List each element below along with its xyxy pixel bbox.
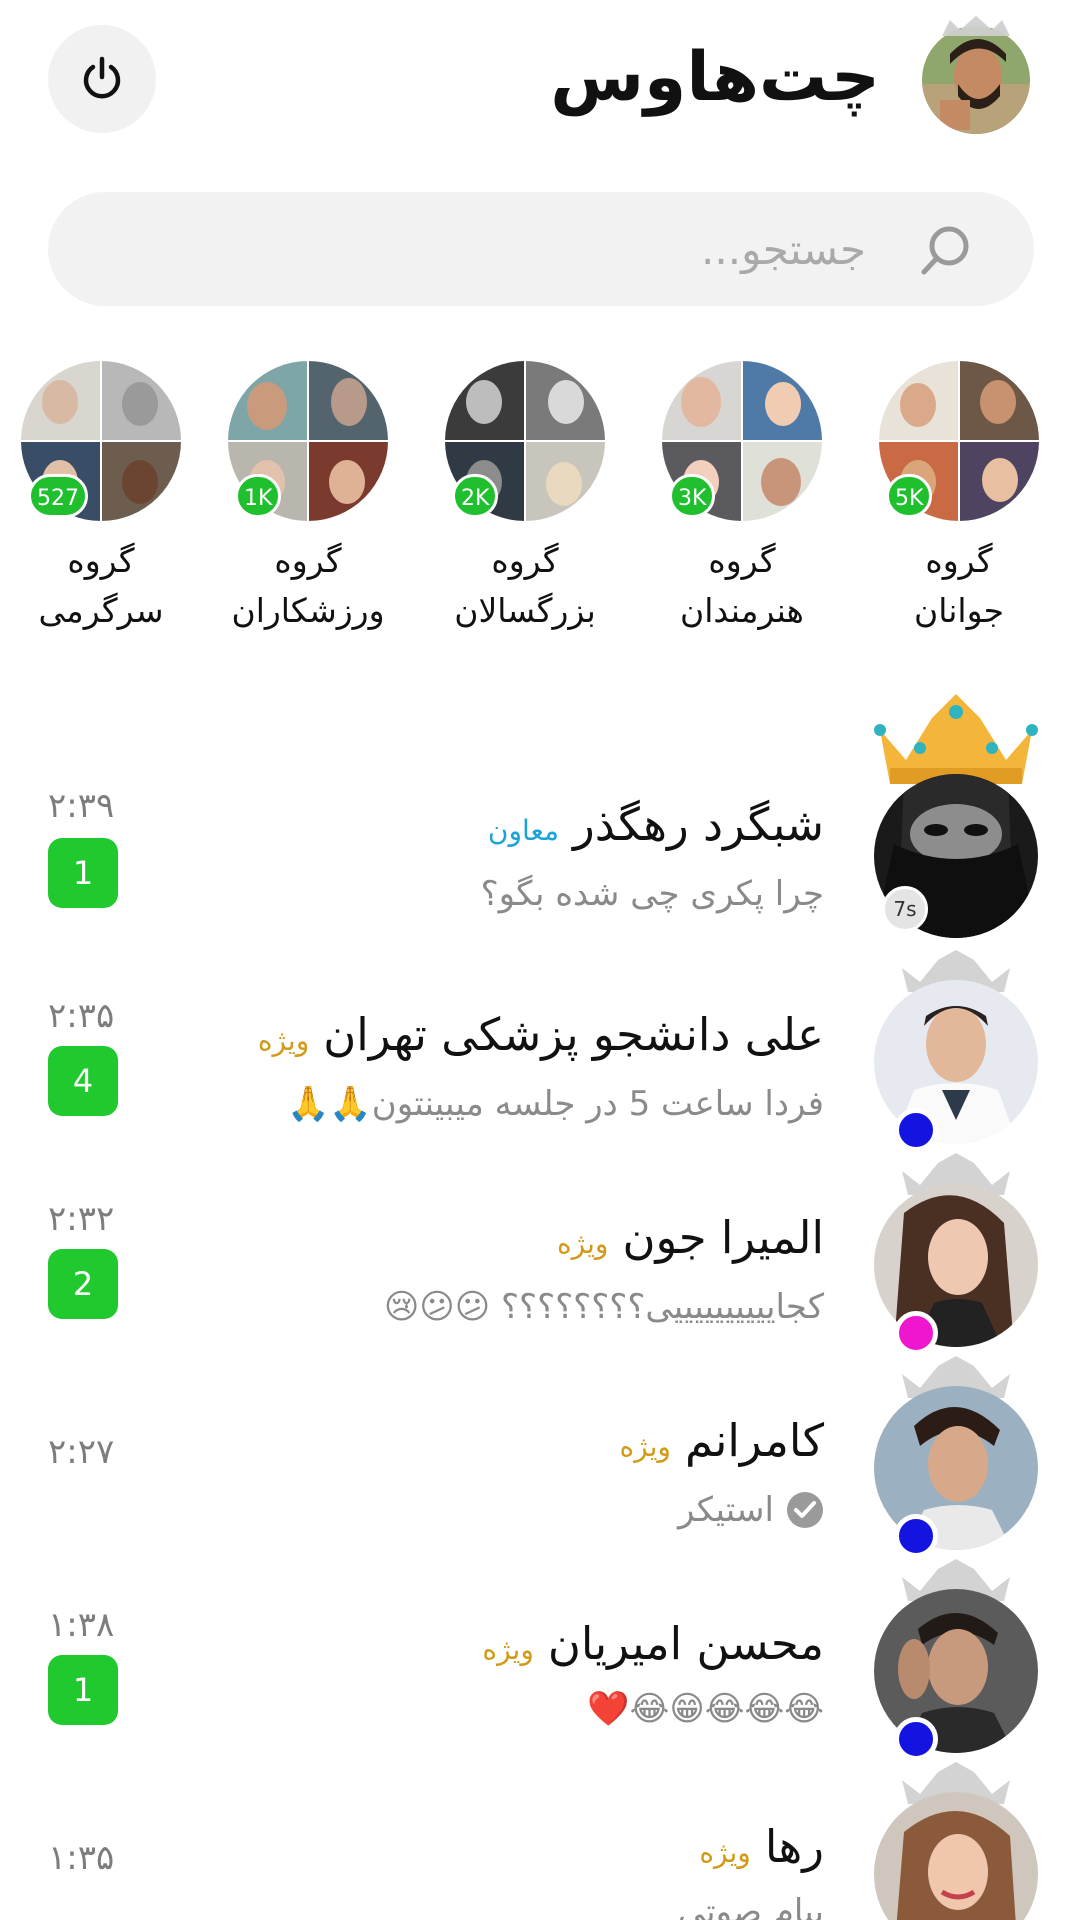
- chat-row[interactable]: علی دانشجو پزشکی تهران ویژه فردا ساعت 5 …: [0, 950, 1080, 1154]
- chat-row[interactable]: 7s شبگرد رهگذر معاون چرا پکری چی شده بگو…: [0, 690, 1080, 938]
- group-youth[interactable]: 5K گروه جوانان: [854, 360, 1064, 636]
- unread-badge: 1: [48, 838, 118, 908]
- vip-tag: ویژه: [557, 1227, 609, 1260]
- groups-carousel: 5K گروه جوانان 3K گروه هنرمندان 2K گروه …: [0, 360, 1080, 650]
- contact-name: شبگرد رهگذر: [573, 798, 824, 851]
- message-time: ۲:۲۷: [48, 1432, 115, 1472]
- contact-name: علی دانشجو پزشکی تهران: [323, 1008, 824, 1061]
- group-athletes[interactable]: 1K گروه ورزشکاران: [203, 360, 413, 636]
- chat-title: رها ویژه: [699, 1820, 824, 1873]
- member-count-badge: 527: [28, 474, 88, 518]
- search-icon[interactable]: [916, 220, 976, 280]
- role-tag: معاون: [487, 814, 560, 847]
- message-time: ۱:۳۸: [48, 1605, 115, 1645]
- online-status-dot: [894, 1514, 938, 1558]
- chat-title: محسن امیریان ویژه: [482, 1617, 824, 1670]
- app-title: چت‌هاوس: [550, 38, 881, 117]
- chat-row[interactable]: محسن امیریان ویژه 😂😂😂😁😂❤️ ۱:۳۸ 1: [0, 1559, 1080, 1763]
- check-icon: [787, 1492, 823, 1528]
- unread-badge: 2: [48, 1249, 118, 1319]
- vip-tag: ویژه: [619, 1430, 671, 1463]
- group-label: گروه ورزشکاران: [231, 541, 385, 630]
- contact-name: المیرا جون: [622, 1211, 824, 1264]
- group-artists[interactable]: 3K گروه هنرمندان: [637, 360, 847, 636]
- power-icon: [83, 56, 121, 99]
- chat-avatar[interactable]: [874, 1792, 1038, 1920]
- online-status-dot: [894, 1311, 938, 1355]
- message-time: ۲:۳۵: [48, 996, 115, 1036]
- chat-title: المیرا جون ویژه: [557, 1211, 824, 1264]
- message-time: ۲:۳۹: [48, 786, 115, 826]
- group-entertainment[interactable]: 527 گروه سرگرمی: [6, 360, 196, 636]
- user-avatar: [922, 16, 1030, 134]
- unread-badge: 1: [48, 1655, 118, 1725]
- chat-title: شبگرد رهگذر معاون: [488, 798, 824, 851]
- group-adults[interactable]: 2K گروه بزرگسالان: [420, 360, 630, 636]
- online-status-dot: [894, 1717, 938, 1761]
- member-count-badge: 3K: [669, 474, 716, 518]
- last-message: استیکر: [678, 1490, 824, 1530]
- last-message: کجاییییییییییی؟؟؟؟؟؟؟؟ 😕😕😢: [383, 1287, 824, 1327]
- online-status-dot: [894, 1108, 938, 1152]
- group-label: گروه جوانان: [913, 541, 1005, 630]
- last-message: 😂😂😂😁😂❤️: [587, 1689, 824, 1729]
- group-avatar: 2K: [444, 360, 606, 522]
- group-avatar: 5K: [878, 360, 1040, 522]
- contact-name: رها: [764, 1820, 824, 1873]
- timer-badge: 7s: [882, 886, 928, 932]
- profile-avatar[interactable]: [920, 14, 1032, 134]
- group-avatar: 3K: [661, 360, 823, 522]
- group-label: گروه سرگرمی: [38, 541, 164, 630]
- chat-row[interactable]: رها ویژه پیام صوتی ۱:۳۵: [0, 1762, 1080, 1920]
- group-avatar: 527: [20, 360, 182, 522]
- search-bar[interactable]: [48, 192, 1034, 306]
- group-label: گروه هنرمندان: [680, 541, 804, 630]
- vip-tag: ویژه: [482, 1633, 534, 1666]
- last-message: چرا پکری چی شده بگو؟: [480, 874, 824, 914]
- group-avatar: 1K: [227, 360, 389, 522]
- app-header: چت‌هاوس: [0, 0, 1080, 170]
- contact-name: کامرانم: [684, 1414, 824, 1467]
- chat-row[interactable]: کامرانم ویژه استیکر ۲:۲۷: [0, 1356, 1080, 1560]
- vip-tag: ویژه: [257, 1024, 310, 1057]
- power-button[interactable]: [48, 25, 156, 133]
- member-count-badge: 1K: [235, 474, 282, 518]
- chat-title: کامرانم ویژه: [620, 1414, 824, 1467]
- message-time: ۲:۳۲: [48, 1199, 115, 1239]
- message-time: ۱:۳۵: [48, 1838, 115, 1878]
- vip-tag: ویژه: [699, 1836, 751, 1869]
- chat-row[interactable]: المیرا جون ویژه کجاییییییییییی؟؟؟؟؟؟؟؟ 😕…: [0, 1153, 1080, 1357]
- search-input[interactable]: [166, 214, 866, 284]
- unread-badge: 4: [48, 1046, 118, 1116]
- chat-title: علی دانشجو پزشکی تهران ویژه: [258, 1008, 824, 1061]
- group-label: گروه بزرگسالان: [454, 541, 596, 630]
- last-message: پیام صوتی: [677, 1892, 824, 1920]
- contact-name: محسن امیریان: [547, 1617, 824, 1670]
- last-message: فردا ساعت 5 در جلسه میبینتون🙏🙏: [287, 1084, 824, 1124]
- member-count-badge: 2K: [452, 474, 499, 518]
- member-count-badge: 5K: [886, 474, 933, 518]
